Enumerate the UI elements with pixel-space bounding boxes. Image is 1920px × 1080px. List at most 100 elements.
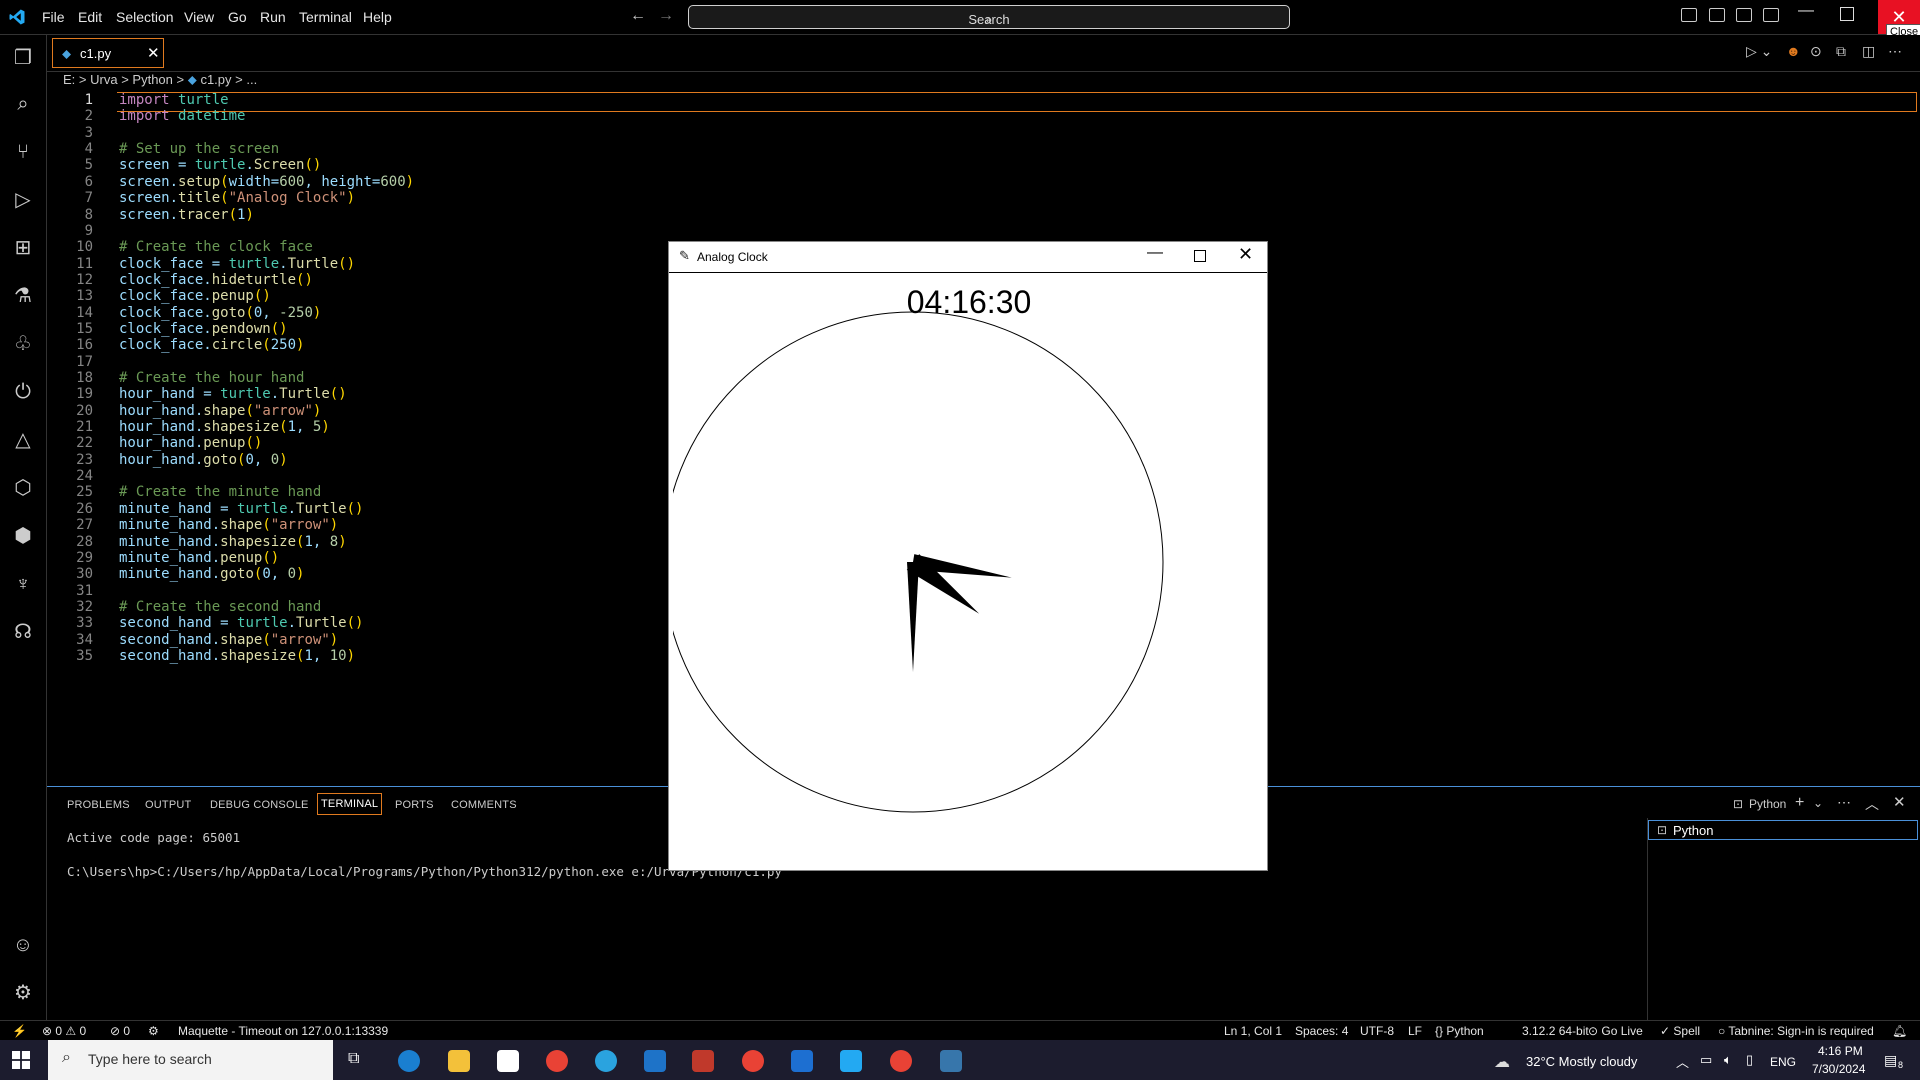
code-line[interactable]: # Create the clock face [119,239,313,255]
go-live-status[interactable]: ⊙ Go Live [1588,1024,1643,1038]
code-line[interactable]: minute_hand.penup() [119,550,279,566]
tab-c1-py[interactable]: ⬥ c1.py ✕ [52,38,164,68]
explorer-icon[interactable]: ❐ [10,45,36,71]
power-icon[interactable]: ⏻ [10,379,36,405]
menu-selection[interactable]: Selection [116,9,174,25]
triangle-icon[interactable]: △ [10,427,36,453]
edge-icon[interactable] [398,1050,420,1072]
toggle-secondary-sidebar-icon[interactable] [1736,8,1752,22]
remote-indicator-icon[interactable]: ⚡ [12,1024,27,1038]
code-line[interactable]: minute_hand.shapesize(1, 8) [119,534,347,550]
tab-terminal[interactable]: TERMINAL [317,793,383,815]
tree-icon[interactable]: ♧ [10,331,36,357]
code-line[interactable]: # Create the minute hand [119,484,321,500]
chrome-icon[interactable] [546,1050,568,1072]
mail-icon[interactable] [791,1050,813,1072]
analog-clock-window[interactable]: ✎ Analog Clock — ✕ 04:16:30 [668,241,1268,871]
restore-icon[interactable] [1840,7,1854,21]
menu-run[interactable]: Run [260,9,286,25]
code-line[interactable]: minute_hand.goto(0, 0) [119,566,304,582]
close-panel-icon[interactable]: ✕ [1893,793,1906,811]
code-line[interactable]: clock_face.penup() [119,288,271,304]
breadcrumb-file[interactable]: c1.py [200,72,231,87]
code-line[interactable]: minute_hand.shape("arrow") [119,517,338,533]
forward-arrow-icon[interactable]: → [658,7,674,25]
code-line[interactable]: screen = turtle.Screen() [119,157,321,173]
customize-layout-icon[interactable] [1763,8,1779,22]
code-line[interactable]: hour_hand.goto(0, 0) [119,452,288,468]
tab-debug-console[interactable]: DEBUG CONSOLE [210,799,309,811]
code-line[interactable]: clock_face.circle(250) [119,337,304,353]
tab-comments[interactable]: COMMENTS [451,799,517,811]
code-line[interactable]: # Create the second hand [119,599,321,615]
run-debug-icon[interactable]: ▷ [10,187,36,213]
python-taskbar-icon[interactable] [940,1050,962,1072]
cursor-position[interactable]: Ln 1, Col 1 [1224,1024,1282,1038]
go-live-icon[interactable]: ⊙ [1810,43,1822,60]
code-line[interactable]: second_hand = turtle.Turtle() [119,615,363,631]
code-line[interactable]: clock_face.pendown() [119,321,288,337]
volume-icon[interactable]: 🔈︎ [1724,1052,1732,1068]
toggle-primary-sidebar-icon[interactable] [1681,8,1697,22]
menu-terminal[interactable]: Terminal [299,9,352,25]
code-line[interactable]: clock_face.goto(0, -250) [119,305,321,321]
code-line[interactable]: hour_hand.shape("arrow") [119,403,321,419]
python-icon[interactable]: ♆ [10,571,36,597]
language-indicator[interactable]: ENG [1770,1055,1796,1069]
code-line[interactable]: minute_hand = turtle.Turtle() [119,501,363,517]
task-view-icon[interactable]: ⧉ [348,1050,370,1072]
chrome-icon[interactable] [890,1050,912,1072]
search-icon[interactable]: ⌕ [10,91,36,117]
taskbar-search-box[interactable]: ⌕ Type here to search [48,1040,333,1080]
code-line[interactable]: import datetime [119,108,245,124]
code-line[interactable]: screen.tracer(1) [119,207,254,223]
breadcrumb-drive[interactable]: E: [63,72,75,87]
split-editor-icon[interactable]: ◫ [1862,43,1875,60]
maquette-status[interactable]: Maquette - Timeout on 127.0.0.1:13339 [178,1024,388,1038]
code-line[interactable]: second_hand.shape("arrow") [119,632,338,648]
weather-text[interactable]: 32°C Mostly cloudy [1526,1054,1637,1069]
menu-edit[interactable]: Edit [78,9,102,25]
telegram-icon[interactable] [595,1050,617,1072]
more-actions-icon[interactable]: ⋯ [1888,43,1902,60]
spell-status[interactable]: ✓ Spell [1660,1024,1700,1038]
chrome-icon[interactable] [742,1050,764,1072]
maximize-icon[interactable] [1194,250,1206,262]
close-icon[interactable]: ✕ [1238,244,1253,265]
new-terminal-icon[interactable]: + [1795,794,1804,812]
accounts-icon[interactable]: ☺ [10,932,36,958]
menu-go[interactable]: Go [228,9,247,25]
vscode-taskbar-icon[interactable] [840,1050,862,1072]
menu-view[interactable]: View [184,9,214,25]
clock-time[interactable]: 4:16 PM [1818,1044,1863,1058]
ports-status[interactable]: ⊘ 0 [110,1024,130,1038]
copilot-icon[interactable]: ☻ [1786,43,1801,59]
app-icon[interactable] [644,1050,666,1072]
remote-icon[interactable]: ☊ [10,619,36,645]
interpreter-version[interactable]: 3.12.2 64-bit [1522,1024,1589,1038]
code-line[interactable]: hour_hand = turtle.Turtle() [119,386,347,402]
terminal-shell-label[interactable]: Python [1749,797,1786,811]
menu-file[interactable]: File [42,9,65,25]
code-line[interactable]: screen.title("Analog Clock") [119,190,355,206]
tab-output[interactable]: OUTPUT [145,799,191,811]
code-line[interactable]: second_hand.shapesize(1, 10) [119,648,355,664]
breadcrumb-urva[interactable]: Urva [90,72,117,87]
debug-icon[interactable]: ⚙ [148,1024,159,1038]
tabnine-status[interactable]: ○ Tabnine: Sign-in is required [1718,1024,1874,1038]
minimize-icon[interactable]: — [1147,244,1163,262]
windows-start-icon[interactable] [12,1051,30,1069]
code-line[interactable]: clock_face.hideturtle() [119,272,313,288]
encoding[interactable]: UTF-8 [1360,1024,1394,1038]
toggle-panel-icon[interactable] [1709,8,1725,22]
chevron-down-icon[interactable]: ⌄ [1813,796,1823,810]
eol[interactable]: LF [1408,1024,1422,1038]
extensions-icon[interactable]: ⊞ [10,235,36,261]
code-line[interactable]: hour_hand.shapesize(1, 5) [119,419,330,435]
code-line[interactable]: # Set up the screen [119,141,279,157]
indentation[interactable]: Spaces: 4 [1295,1024,1348,1038]
minimize-icon[interactable]: — [1798,2,1814,20]
notification-center-icon[interactable]: ▤ [1884,1052,1897,1069]
battery-icon[interactable]: ▯ [1746,1052,1753,1068]
source-control-icon[interactable]: ⑂ [10,139,36,165]
